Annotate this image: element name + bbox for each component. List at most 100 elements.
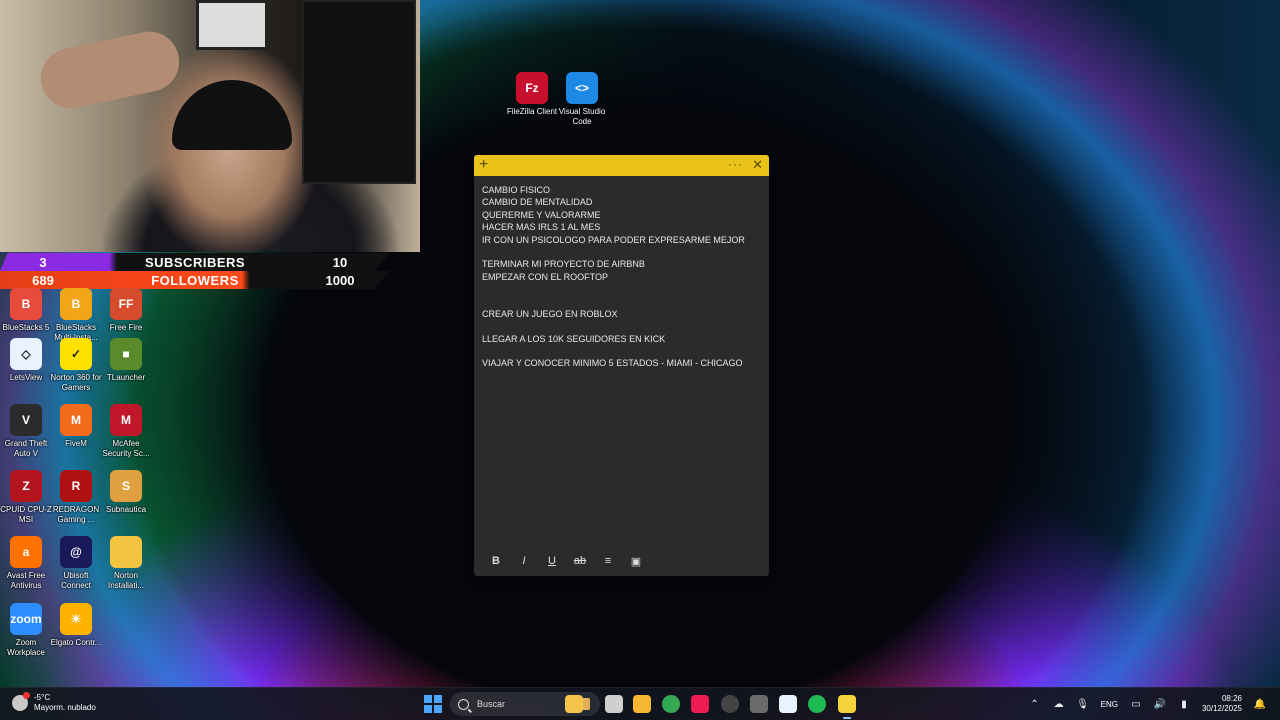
desktop-icon-norton-install[interactable]: Norton Installati... (100, 536, 152, 591)
volume-icon[interactable]: 🔊 (1154, 698, 1166, 710)
search-placeholder: Buscar (477, 699, 506, 709)
followers-target: 1000 (325, 272, 355, 288)
desktop-icon-tlauncher[interactable]: ■ TLauncher (100, 338, 152, 383)
taskbar-app-chrome-icon[interactable] (662, 695, 680, 713)
bold-icon[interactable]: B (482, 552, 510, 570)
note-line: EMPEZAR CON EL ROOFTOP (482, 271, 609, 282)
note-line (482, 345, 761, 357)
webcam-overlay (0, 0, 420, 252)
wall-picture (196, 0, 268, 50)
desktop-icon-label: Ubisoft Connect (61, 571, 91, 590)
desktop-icon-label: McAfee Security Sc... (102, 439, 150, 458)
desktop-icon-label: LetsView (9, 373, 43, 382)
desktop-icon-norton360[interactable]: ✓ Norton 360 for Gamers (50, 338, 102, 393)
freefire-icon: FF (110, 288, 142, 320)
note-line: VIAJAR Y CONOCER MINIMO 5 ESTADOS - MIAM… (482, 358, 743, 369)
taskbar-app-task-view-icon[interactable] (605, 695, 623, 713)
desktop-icon-label: Grand Theft Auto V (4, 439, 48, 458)
taskbar-app-folder-icon[interactable] (633, 695, 651, 713)
stream-goals: 3 SUBSCRIBERS 10 689 FOLLOWERS 1000 (0, 252, 420, 290)
weather-widget[interactable]: -5°C Mayorm. nublado (12, 692, 96, 713)
subscribers-label: SUBSCRIBERS (144, 254, 246, 270)
shelf (302, 0, 416, 184)
desktop-icon-ubisoft[interactable]: @ Ubisoft Connect (50, 536, 102, 591)
mcafee-icon: M (110, 404, 142, 436)
close-icon[interactable]: ✕ (752, 157, 763, 173)
desktop-icon-fivem[interactable]: M FiveM (50, 404, 102, 449)
clock-date: 30/12/2025 (1201, 704, 1242, 713)
onedrive-icon[interactable]: ☁ (1053, 698, 1065, 710)
desktop-icon-bluestacks-multi[interactable]: BBlueStacks Multi-Insta... (50, 288, 102, 343)
language-indicator[interactable]: ENG (1101, 700, 1118, 709)
taskbar-app-sticky-notes-icon[interactable] (838, 695, 856, 719)
desktop-icon-freefire[interactable]: FF Free Fire (100, 288, 152, 333)
streamer-arm (35, 26, 185, 114)
network-icon[interactable]: ▭ (1130, 698, 1142, 710)
more-options-icon[interactable]: ··· (728, 157, 743, 171)
strikethrough-icon[interactable]: ab (566, 552, 594, 570)
taskbar-app-letsview-icon[interactable] (779, 695, 797, 713)
zoom-icon: zoom (10, 603, 42, 635)
sticky-note-content[interactable]: CAMBIO FISICO CAMBIO DE MENTALIDAD QUERERM… (482, 184, 761, 370)
note-line: TERMINAR MI PROYECTO DE AIRBNB (482, 259, 645, 270)
start-button[interactable] (424, 695, 442, 713)
italic-icon[interactable]: I (510, 552, 538, 570)
taskbar-app-tiktok-icon[interactable] (691, 695, 709, 713)
battery-icon[interactable]: ▮ (1178, 698, 1190, 710)
underline-icon[interactable]: U (538, 552, 566, 570)
weather-cloud-icon (12, 692, 30, 711)
desktop-icon-filezilla[interactable]: Fz FileZilla Client (506, 72, 558, 117)
norton-icon: ✓ (60, 338, 92, 370)
desktop-icon-subnautica[interactable]: S Subnautica (100, 470, 152, 515)
taskbar-app-obs-icon[interactable] (721, 695, 739, 713)
chevron-up-icon[interactable]: ⌃ (1029, 698, 1041, 710)
search-icon (458, 698, 469, 710)
vscode-icon: <> (566, 72, 598, 104)
desktop-icon-gta5[interactable]: V Grand Theft Auto V (0, 404, 52, 459)
filezilla-icon: Fz (516, 72, 548, 104)
desktop-icon-mcafee[interactable]: M McAfee Security Sc... (100, 404, 152, 459)
subscribers-goal: 3 SUBSCRIBERS 10 (0, 253, 390, 271)
desktop-icon-label: FiveM (65, 439, 87, 448)
weather-temp: -5°C (34, 693, 51, 702)
folder-icon (110, 536, 142, 568)
desktop-icon-letsview[interactable]: ◇ LetsView (0, 338, 52, 383)
desktop-icon-label: BlueStacks 5 (2, 323, 50, 332)
gta-icon: V (10, 404, 42, 436)
desktop-icon-elgato[interactable]: ☀ Elgato Contr... (50, 603, 102, 648)
clock[interactable]: 08:26 30/12/2025 (1202, 694, 1242, 714)
note-line (482, 246, 761, 258)
subnautica-icon: S (110, 470, 142, 502)
bluestacks-icon: B (10, 288, 42, 320)
desktop-icon-zoom[interactable]: zoom Zoom Workplace (0, 603, 52, 658)
desktop-icon-avast[interactable]: a Avast Free Antivirus (0, 536, 52, 591)
desktop-icon-cpuz[interactable]: Z CPUID CPU-Z MSI (0, 470, 52, 525)
desktop-icon-label: Visual Studio Code (558, 107, 606, 126)
taskbar-app-spotify-icon[interactable] (808, 695, 826, 713)
desktop-icon-redragon[interactable]: R REDRAGON Gaming ... (50, 470, 102, 525)
sticky-note-titlebar[interactable]: + ··· ✕ (474, 155, 769, 176)
note-line: CAMBIO DE MENTALIDAD (482, 197, 593, 208)
note-line (482, 296, 761, 308)
avast-icon: a (10, 536, 42, 568)
desktop-icon-bluestacks5[interactable]: B BlueStacks 5 (0, 288, 52, 333)
note-line: CREAR UN JUEGO EN ROBLOX (482, 308, 618, 319)
cpuz-icon: Z (10, 470, 42, 502)
list-icon[interactable]: ≡ (594, 552, 622, 570)
fivem-icon: M (60, 404, 92, 436)
taskbar-app-steam-deck-icon[interactable] (750, 695, 768, 713)
microphone-icon[interactable]: 🎙 (1076, 698, 1089, 710)
desktop-icon-label: FileZilla Client (506, 107, 558, 116)
notifications-icon[interactable]: 🔔 (1254, 698, 1266, 710)
desktop-icon-label: Zoom Workplace (7, 638, 45, 657)
desktop-icon-vscode[interactable]: <> Visual Studio Code (556, 72, 608, 127)
subscribers-target: 10 (332, 254, 348, 270)
taskbar-app-file-explorer-icon[interactable] (565, 695, 583, 713)
followers-count: 689 (32, 272, 54, 288)
sticky-note-window[interactable]: + ··· ✕ CAMBIO FISICO CAMBIO DE MENTALIDA… (474, 155, 769, 576)
add-note-icon[interactable]: + (479, 156, 488, 174)
note-line: IR CON UN PSICOLOGO PARA PODER EXPRESARM… (482, 234, 745, 245)
image-icon[interactable]: ▣ (622, 552, 650, 570)
followers-goal: 689 FOLLOWERS 1000 (0, 271, 390, 289)
followers-label: FOLLOWERS (151, 272, 239, 288)
